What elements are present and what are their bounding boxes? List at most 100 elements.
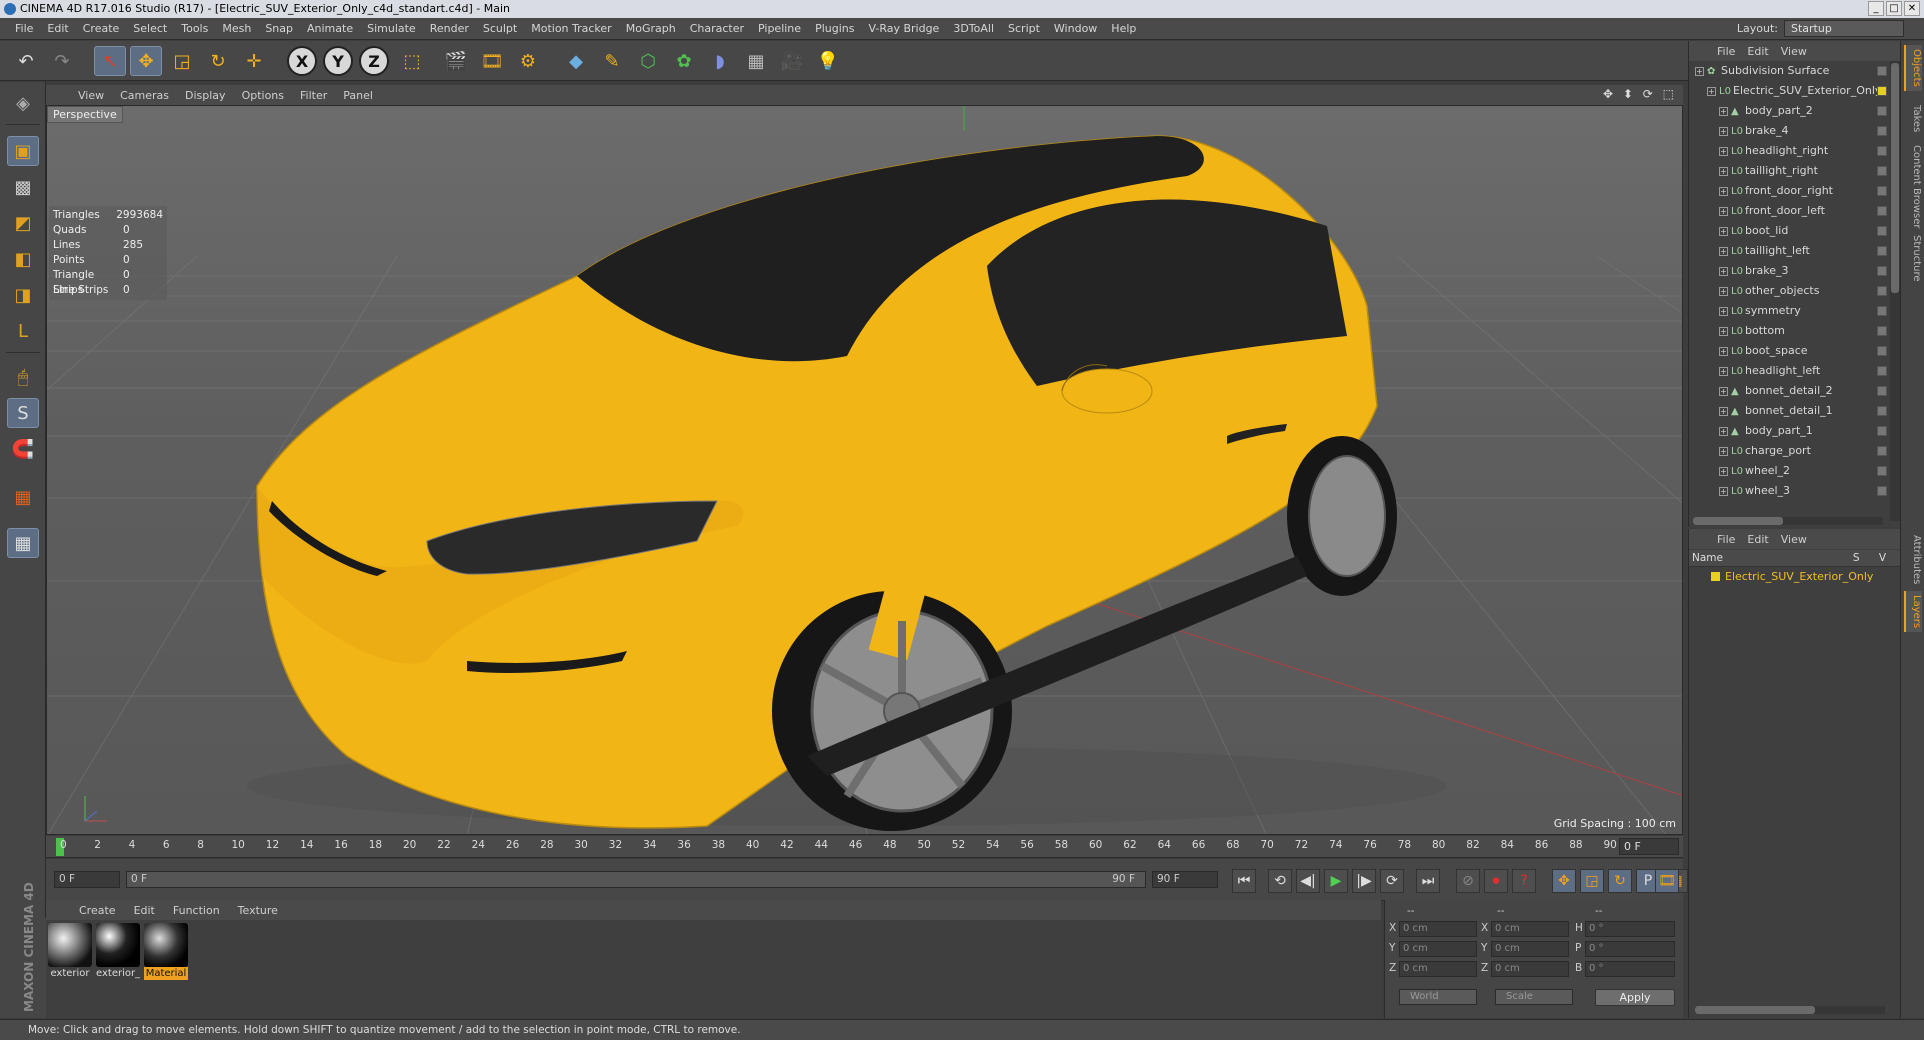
play-forward-icon[interactable]: ▶	[1324, 869, 1348, 893]
render-settings-icon[interactable]: ⚙	[512, 46, 544, 76]
menu-snap[interactable]: Snap	[258, 22, 300, 35]
object-tag-icon[interactable]	[1877, 326, 1887, 336]
expand-toggle-icon[interactable]: +	[1719, 226, 1728, 236]
scale-tool-icon[interactable]: ◲	[166, 46, 198, 76]
expand-toggle-icon[interactable]: +	[1719, 466, 1728, 476]
object-row[interactable]: + L0 front_door_left	[1689, 201, 1889, 221]
menu-script[interactable]: Script	[1001, 22, 1047, 35]
object-tag-icon[interactable]	[1877, 166, 1887, 176]
material-preview-sphere[interactable]	[96, 923, 140, 967]
object-manager-hscrollbar[interactable]	[1693, 517, 1883, 525]
object-row[interactable]: + ▲ bonnet_detail_2	[1689, 381, 1889, 401]
menu-3dtoall[interactable]: 3DToAll	[946, 22, 1001, 35]
object-row[interactable]: + L0 wheel_3	[1689, 481, 1889, 501]
menu-tools[interactable]: Tools	[174, 22, 215, 35]
rotate-tool-icon[interactable]: ↻	[202, 46, 234, 76]
object-tag-icon[interactable]	[1877, 286, 1887, 296]
material-menu-function[interactable]: Function	[164, 904, 229, 917]
object-tag-icon[interactable]	[1877, 386, 1887, 396]
object-row[interactable]: + L0 Electric_SUV_Exterior_Only	[1689, 81, 1889, 101]
camera-object-icon[interactable]: 🎥	[776, 46, 808, 76]
material-swatch[interactable]: exterior_	[96, 923, 140, 980]
maximize-button[interactable]: □	[1886, 1, 1902, 16]
lm-menu-view[interactable]: View	[1775, 533, 1813, 546]
expand-toggle-icon[interactable]: +	[1707, 86, 1716, 96]
undo-icon[interactable]: ↶	[10, 46, 42, 76]
expand-toggle-icon[interactable]: +	[1719, 366, 1728, 376]
material-menu-create[interactable]: Create	[70, 904, 125, 917]
object-row[interactable]: + L0 headlight_left	[1689, 361, 1889, 381]
om-menu-view[interactable]: View	[1775, 45, 1813, 58]
expand-toggle-icon[interactable]: +	[1719, 286, 1728, 296]
expand-toggle-icon[interactable]: +	[1719, 386, 1728, 396]
points-mode-icon[interactable]: ◧	[7, 244, 39, 274]
menu-animate[interactable]: Animate	[300, 22, 360, 35]
tab-content-browser[interactable]: Content Browser	[1904, 141, 1922, 232]
expand-toggle-icon[interactable]: +	[1719, 306, 1728, 316]
viewport-navigation-icons[interactable]: ✥ ⬍ ⟳ ⬚	[1603, 87, 1677, 101]
coordinate-space-dropdown[interactable]: World	[1399, 989, 1477, 1005]
floor-object-icon[interactable]: ▦	[740, 46, 772, 76]
menu-window[interactable]: Window	[1047, 22, 1104, 35]
material-preview-sphere[interactable]	[48, 923, 92, 967]
tab-objects[interactable]: Objects	[1904, 45, 1922, 91]
transform-tool-icon[interactable]: ✛	[238, 46, 270, 76]
perspective-viewport[interactable]: Perspective Triangles 2993684 Quads 0 Line…	[46, 105, 1683, 835]
subdivision-surface-icon[interactable]: ⬡	[632, 46, 664, 76]
expand-toggle-icon[interactable]: +	[1719, 206, 1728, 216]
object-row[interactable]: + L0 front_door_right	[1689, 181, 1889, 201]
go-to-end-icon[interactable]: ⏭	[1416, 869, 1440, 893]
object-row[interactable]: + L0 taillight_left	[1689, 241, 1889, 261]
object-tag-icon[interactable]	[1877, 306, 1887, 316]
lm-menu-edit[interactable]: Edit	[1741, 533, 1774, 546]
object-row[interactable]: + L0 symmetry	[1689, 301, 1889, 321]
close-button[interactable]: ✕	[1904, 1, 1920, 16]
material-menu-texture[interactable]: Texture	[229, 904, 287, 917]
menu-mograph[interactable]: MoGraph	[619, 22, 683, 35]
snap-icon[interactable]: 🧲	[7, 434, 39, 464]
viewport-menu-panel[interactable]: Panel	[335, 89, 381, 102]
move-tool-icon[interactable]: ✥	[130, 46, 162, 76]
expand-toggle-icon[interactable]: +	[1719, 326, 1728, 336]
mograph-cloner-icon[interactable]: ✿	[668, 46, 700, 76]
menu-help[interactable]: Help	[1104, 22, 1143, 35]
layer-manager-hscrollbar[interactable]	[1695, 1006, 1885, 1014]
menu-select[interactable]: Select	[126, 22, 174, 35]
object-row[interactable]: + L0 brake_3	[1689, 261, 1889, 281]
object-tag-icon[interactable]	[1877, 266, 1887, 276]
object-tag-icon[interactable]	[1877, 86, 1887, 96]
tab-layers[interactable]: Layers	[1904, 591, 1922, 633]
position-z-field[interactable]: 0 cm	[1399, 961, 1477, 977]
material-swatch[interactable]: exterior	[48, 923, 92, 980]
texture-mode-icon[interactable]: ▩	[7, 172, 39, 202]
size-x-field[interactable]: 0 cm	[1491, 921, 1569, 937]
object-row[interactable]: + L0 headlight_right	[1689, 141, 1889, 161]
om-menu-file[interactable]: File	[1711, 45, 1741, 58]
expand-toggle-icon[interactable]: +	[1719, 146, 1728, 156]
size-y-field[interactable]: 0 cm	[1491, 941, 1569, 957]
render-picture-viewer-icon[interactable]: 🎞	[476, 46, 508, 76]
menu-simulate[interactable]: Simulate	[360, 22, 423, 35]
position-x-field[interactable]: 0 cm	[1399, 921, 1477, 937]
expand-toggle-icon[interactable]: +	[1719, 166, 1728, 176]
expand-toggle-icon[interactable]: +	[1719, 106, 1728, 116]
object-row[interactable]: + L0 charge_port	[1689, 441, 1889, 461]
object-tag-icon[interactable]	[1877, 106, 1887, 116]
menu-file[interactable]: File	[8, 22, 40, 35]
material-swatch-selected[interactable]: Material	[144, 923, 188, 980]
render-view-icon[interactable]: 🎬	[440, 46, 472, 76]
om-menu-edit[interactable]: Edit	[1741, 45, 1774, 58]
live-selection-icon[interactable]: ↖	[94, 46, 126, 76]
previous-key-icon[interactable]: ⟲	[1268, 869, 1292, 893]
coordinate-system-icon[interactable]: ⬚	[396, 46, 428, 76]
viewport-menu-view[interactable]: View	[70, 89, 112, 102]
object-tag-icon[interactable]	[1877, 246, 1887, 256]
apply-button[interactable]: Apply	[1595, 989, 1675, 1006]
viewport-menu-options[interactable]: Options	[234, 89, 292, 102]
viewport-menu-display[interactable]: Display	[177, 89, 234, 102]
object-tag-icon[interactable]	[1877, 406, 1887, 416]
menu-vray-bridge[interactable]: V-Ray Bridge	[861, 22, 946, 35]
model-mode-icon[interactable]: ▣	[7, 136, 39, 166]
menu-render[interactable]: Render	[423, 22, 476, 35]
rotation-p-field[interactable]: 0 °	[1585, 941, 1675, 957]
